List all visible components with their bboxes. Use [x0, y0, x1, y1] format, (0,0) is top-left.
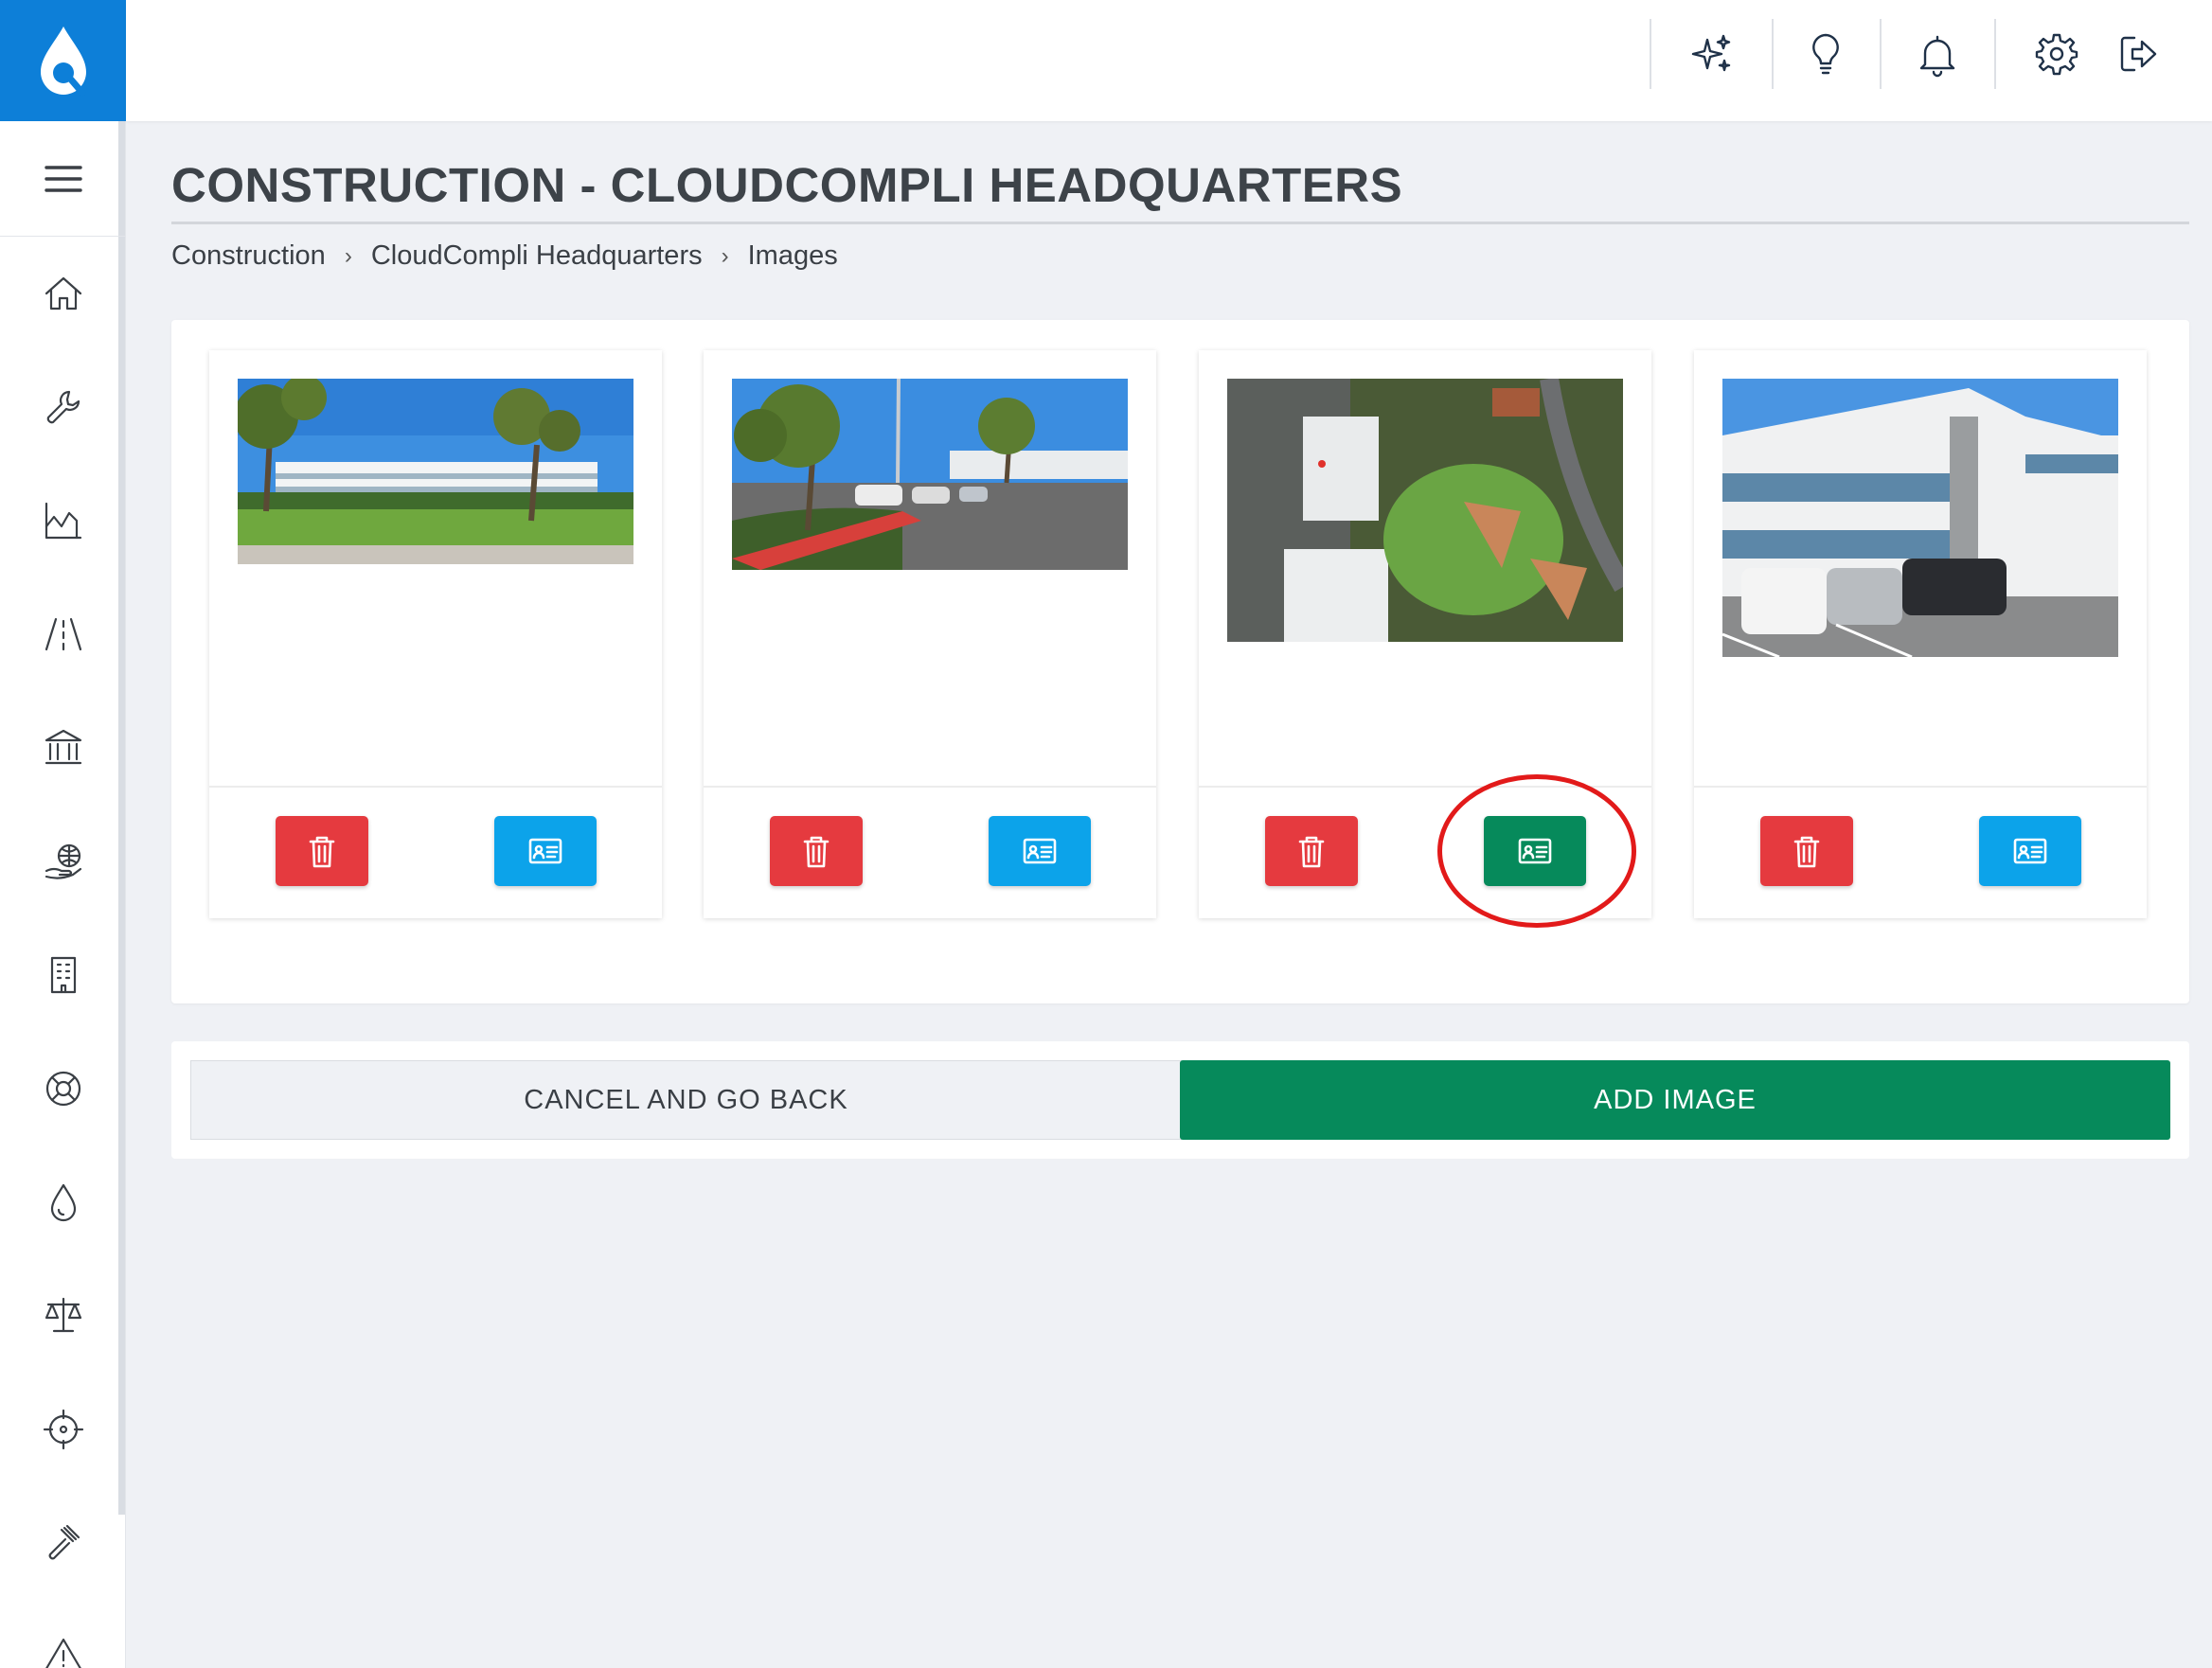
divider: [1772, 19, 1774, 89]
sidebar-item-targets[interactable]: [0, 1382, 126, 1477]
image-card: [1694, 350, 2147, 918]
trash-icon: [309, 836, 335, 868]
highlight-annotation: [1437, 774, 1636, 928]
road-icon: [45, 617, 81, 651]
building-icon: [50, 956, 76, 994]
sidebar-item-roads[interactable]: [0, 587, 126, 682]
top-bar: [126, 0, 2212, 121]
add-image-button[interactable]: ADD IMAGE: [1180, 1060, 2170, 1140]
sidebar-item-alerts[interactable]: [0, 1609, 126, 1668]
warning-icon: [45, 1638, 81, 1668]
delete-image-button[interactable]: [276, 816, 368, 886]
sidebar-item-maintenance[interactable]: [0, 360, 126, 454]
divider: [1880, 19, 1882, 89]
crosshair-icon: [43, 1409, 83, 1450]
divider: [1994, 19, 1996, 89]
site-photo[interactable]: [1722, 379, 2118, 657]
images-panel: [171, 320, 2189, 1003]
image-details-button[interactable]: [494, 816, 597, 886]
globe-hand-icon: [45, 843, 81, 879]
delete-image-button[interactable]: [1760, 816, 1853, 886]
id-card-icon: [2013, 838, 2047, 864]
bank-icon: [45, 729, 81, 765]
site-photo[interactable]: [732, 379, 1128, 570]
breadcrumb-link-construction[interactable]: Construction: [171, 240, 326, 272]
id-card-icon: [1023, 838, 1057, 864]
sidebar-item-safety[interactable]: [0, 1041, 126, 1136]
gear-icon[interactable]: [2024, 21, 2090, 87]
sidebar-item-buildings[interactable]: [0, 928, 126, 1022]
cancel-button[interactable]: CANCEL AND GO BACK: [190, 1060, 1182, 1140]
droplet-logo-icon[interactable]: [0, 0, 126, 121]
sidebar-item-enforcement[interactable]: [0, 1496, 126, 1590]
id-card-icon: [528, 838, 562, 864]
bell-icon[interactable]: [1904, 21, 1971, 87]
image-details-button[interactable]: [989, 816, 1091, 886]
sidebar-item-home[interactable]: [0, 246, 126, 341]
page-title: CONSTRUCTION - CLOUDCOMPLI HEADQUARTERS: [171, 158, 1403, 212]
sidebar-item-compliance[interactable]: [0, 1269, 126, 1363]
card-divider: [1694, 786, 2147, 788]
trash-icon: [1298, 836, 1325, 868]
breadcrumb: Construction › CloudCompli Headquarters …: [171, 240, 838, 272]
wrench-icon: [46, 390, 80, 424]
lifebuoy-icon: [45, 1071, 80, 1107]
trash-icon: [1793, 836, 1820, 868]
logout-icon[interactable]: [2106, 21, 2172, 87]
image-card: [209, 350, 662, 918]
sidebar-item-water[interactable]: [0, 1155, 126, 1250]
home-icon: [45, 276, 81, 311]
breadcrumb-link-headquarters[interactable]: CloudCompli Headquarters: [371, 240, 703, 272]
chevron-right-icon: ›: [344, 242, 352, 269]
sidebar: [0, 0, 126, 1668]
delete-image-button[interactable]: [770, 816, 863, 886]
site-photo[interactable]: [238, 379, 633, 564]
divider: [1650, 19, 1651, 89]
card-divider: [209, 786, 662, 788]
breadcrumb-current: Images: [747, 240, 838, 271]
scales-icon: [45, 1297, 81, 1333]
card-divider: [704, 786, 1156, 788]
gavel-icon: [48, 1524, 80, 1560]
lightbulb-icon[interactable]: [1793, 21, 1859, 87]
sparkles-icon[interactable]: [1679, 21, 1745, 87]
image-details-button[interactable]: [1979, 816, 2081, 886]
sidebar-item-municipal[interactable]: [0, 701, 126, 795]
droplet-icon: [50, 1183, 76, 1222]
chart-icon: [45, 502, 81, 540]
form-actions: CANCEL AND GO BACK ADD IMAGE: [171, 1041, 2189, 1159]
title-divider: [171, 222, 2189, 224]
chevron-right-icon: ›: [721, 242, 729, 269]
site-photo[interactable]: [1227, 379, 1623, 642]
trash-icon: [803, 836, 830, 868]
delete-image-button[interactable]: [1265, 816, 1358, 886]
sidebar-item-industrial[interactable]: [0, 473, 126, 568]
image-card: [704, 350, 1156, 918]
sidebar-item-environment[interactable]: [0, 814, 126, 909]
hamburger-menu-icon[interactable]: [0, 121, 126, 237]
